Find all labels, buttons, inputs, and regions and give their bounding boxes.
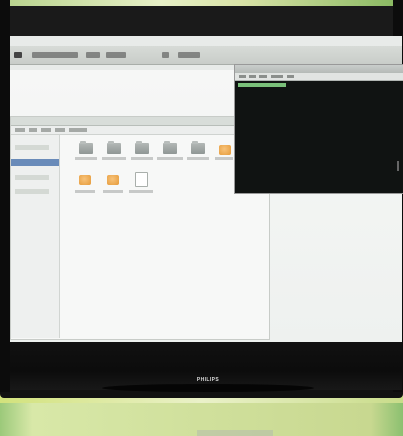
- terminal-menu-file[interactable]: [239, 75, 246, 78]
- terminal-window: [234, 64, 403, 194]
- panel-launcher-icon[interactable]: [162, 52, 169, 58]
- terminal-menubar: [235, 73, 403, 81]
- orange-folder-icon[interactable]: [107, 175, 119, 185]
- file-manager-sidebar: [11, 135, 60, 338]
- terminal-scrollbar[interactable]: [397, 161, 399, 171]
- file-manager-window: [10, 116, 273, 436]
- menu-go[interactable]: [55, 128, 65, 132]
- folder-label: [75, 157, 97, 160]
- folder-label: [157, 157, 183, 160]
- folder-icon[interactable]: [79, 141, 93, 154]
- terminal-menu-terminal[interactable]: [271, 75, 283, 78]
- top-panel: [10, 46, 402, 65]
- panel-menu-places[interactable]: [86, 52, 100, 58]
- menu-file[interactable]: [15, 128, 25, 132]
- folder-label: [187, 157, 209, 160]
- folder-icon[interactable]: [107, 141, 121, 154]
- folder-icon[interactable]: [191, 141, 205, 154]
- file-manager-titlebar[interactable]: [11, 117, 269, 126]
- folder-label: [102, 157, 126, 160]
- terminal-titlebar[interactable]: [235, 65, 403, 73]
- folder-label: [131, 157, 153, 160]
- screen-top-edge: [10, 6, 402, 36]
- monitor-bezel-left: [0, 0, 10, 392]
- file-label: [129, 190, 153, 193]
- distribution-logo-icon[interactable]: [14, 52, 22, 58]
- folder-label: [75, 190, 95, 193]
- folder-icon[interactable]: [135, 141, 149, 154]
- orange-folder-icon[interactable]: [79, 175, 91, 185]
- panel-menu-system[interactable]: [106, 52, 126, 58]
- orange-folder-icon[interactable]: [219, 145, 231, 155]
- terminal-menu-edit[interactable]: [249, 75, 256, 78]
- sidebar-item[interactable]: [15, 175, 49, 180]
- document-icon[interactable]: [135, 172, 148, 187]
- folder-icon[interactable]: [163, 141, 177, 154]
- sidebar-item[interactable]: [15, 145, 49, 150]
- menu-view[interactable]: [41, 128, 51, 132]
- file-icon-grid: [69, 141, 259, 223]
- terminal-prompt[interactable]: [238, 83, 286, 87]
- background-watermark: [197, 430, 273, 436]
- panel-window-list-item[interactable]: [178, 52, 200, 58]
- sidebar-item-selected[interactable]: [11, 159, 59, 166]
- sidebar-item[interactable]: [15, 189, 49, 194]
- folder-label: [215, 157, 233, 160]
- folder-label: [103, 190, 123, 193]
- menu-bookmarks[interactable]: [69, 128, 87, 132]
- monitor-stand-shadow: [102, 384, 314, 392]
- menu-edit[interactable]: [29, 128, 37, 132]
- terminal-menu-help[interactable]: [287, 75, 294, 78]
- panel-menu-applications[interactable]: [32, 52, 78, 58]
- terminal-menu-view[interactable]: [259, 75, 267, 78]
- file-manager-menubar: [11, 126, 269, 135]
- monitor-brand: PHILIPS: [196, 377, 220, 383]
